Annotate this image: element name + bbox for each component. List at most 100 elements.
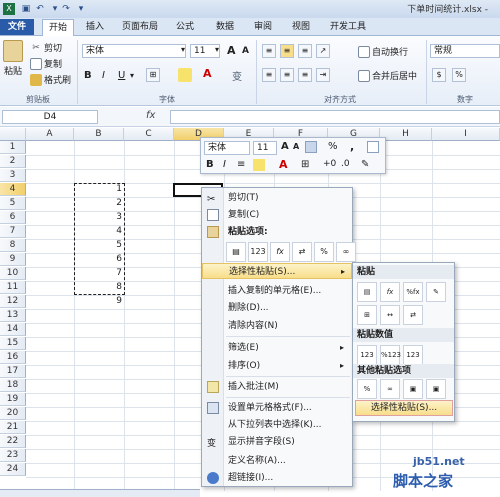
cell-b12[interactable]: 9 [74,296,124,306]
menu-item-define-name[interactable]: 定义名称(A)... [202,453,352,469]
tab-file[interactable]: 文件 [0,19,34,35]
save-icon[interactable]: ▣ [20,2,32,15]
indent-icon[interactable]: ⇥ [316,68,330,82]
row-header[interactable]: 10 [0,267,26,280]
paste-option-link-icon[interactable]: ∞ [336,242,356,262]
menu-item-clear[interactable]: 清除内容(N) [202,318,352,334]
row-header[interactable]: 18 [0,379,26,392]
mini-format-icon[interactable] [305,141,317,153]
align-right-icon[interactable]: ≡ [298,68,312,82]
percent-icon[interactable]: % [452,68,466,82]
menu-item-hyperlink[interactable]: 超链接(I)... [202,470,352,486]
row-header[interactable]: 21 [0,421,26,434]
row-header[interactable]: 19 [0,393,26,406]
mini-decimal-decrease-icon[interactable]: .0 [341,159,350,169]
tab-home[interactable]: 开始 [42,19,74,36]
menu-item-delete[interactable]: 删除(D)... [202,300,352,316]
paste-column-widths-icon[interactable]: ↔ [380,305,400,325]
phonetic-button[interactable]: 变 [232,68,242,83]
mini-fill-color-icon[interactable] [253,159,265,171]
orientation-icon[interactable]: ↗ [316,44,330,58]
row-header[interactable]: 4 [0,183,26,196]
column-header[interactable]: H [380,128,432,141]
paste-formulas-number-format-icon[interactable]: %fx [403,282,423,302]
currency-icon[interactable]: $ [432,68,446,82]
submenu-paste-special-button[interactable]: 选择性粘贴(S)... [355,400,453,416]
mini-italic-button[interactable]: I [223,159,226,170]
tab-insert[interactable]: 插入 [84,19,106,35]
menu-item-cut[interactable]: ✂ 剪切(T) [202,190,352,206]
paste-icon[interactable]: ▤ [357,282,377,302]
paste-keep-source-format-icon[interactable]: ✎ [426,282,446,302]
paste-values-icon[interactable]: 123 [357,345,377,365]
align-left-icon[interactable]: ≡ [262,68,276,82]
number-format-combo[interactable]: 常规 [430,44,500,58]
undo-icon[interactable]: ↶ [34,2,46,15]
column-header[interactable]: C [124,128,174,141]
menu-item-phonetic[interactable]: 变显示拼音字段(S) [202,434,352,450]
qat-customize-icon[interactable]: ▾ [76,2,86,15]
menu-item-insert-comment[interactable]: 插入批注(M) [202,379,352,395]
chevron-down-icon[interactable]: ▾ [130,71,134,80]
paste-values-number-format-icon[interactable]: %123 [380,345,401,365]
mini-size-combo[interactable]: 11 [253,141,277,155]
undo-dropdown-icon[interactable]: ▾ [50,2,60,15]
paste-picture-icon[interactable]: ▣ [403,379,423,399]
font-name-combo[interactable]: 宋体 [82,44,186,58]
row-header[interactable]: 13 [0,309,26,322]
mini-comma-button[interactable]: , [350,140,354,153]
align-center-icon[interactable]: ≡ [280,68,294,82]
mini-font-color-icon[interactable]: A [279,158,288,171]
redo-icon[interactable]: ↷ [60,2,72,15]
mini-shrink-font-icon[interactable]: A [293,142,299,151]
mini-font-combo[interactable]: 宋体 [204,141,250,155]
paste-transpose-icon[interactable]: ⇄ [403,305,423,325]
paste-option-values-icon[interactable]: 123 [248,242,268,262]
tab-review[interactable]: 审阅 [250,19,276,35]
row-header[interactable]: 1 [0,141,26,154]
grow-font-button[interactable]: A [227,44,236,57]
row-header[interactable]: 23 [0,449,26,462]
paste-button-label[interactable]: 粘贴 [4,64,22,77]
tab-data[interactable]: 数据 [212,19,238,35]
shrink-font-button[interactable]: A [242,46,249,56]
column-header[interactable]: A [26,128,74,141]
fx-icon[interactable]: fx [146,110,155,121]
format-painter-button[interactable]: 格式刷 [30,72,71,87]
align-top-icon[interactable]: ≡ [262,44,276,58]
tab-formulas[interactable]: 公式 [172,19,198,35]
mini-paintbrush-icon[interactable] [367,141,379,153]
font-color-icon[interactable]: A [203,67,212,80]
paste-formatting-icon[interactable]: % [357,379,377,399]
row-header[interactable]: 15 [0,337,26,350]
mini-align-center-icon[interactable]: ≡ [237,159,245,170]
bold-button[interactable]: B [84,70,92,81]
row-header[interactable]: 16 [0,351,26,364]
align-middle-icon[interactable]: ≡ [280,44,294,58]
paste-option-formulas-icon[interactable]: fx [270,242,290,262]
paste-option-transpose-icon[interactable]: ⇄ [292,242,312,262]
row-header[interactable]: 14 [0,323,26,336]
mini-bold-button[interactable]: B [206,159,214,170]
row-header[interactable]: 7 [0,225,26,238]
paste-values-source-format-icon[interactable]: 123 [403,345,423,365]
row-header[interactable]: 20 [0,407,26,420]
italic-button[interactable]: I [102,70,105,81]
menu-item-copy[interactable]: 复制(C) [202,207,352,223]
tab-developer[interactable]: 开发工具 [326,19,370,35]
copy-button[interactable]: 复制 [30,56,62,71]
borders-icon[interactable]: ⊞ [146,68,160,82]
paste-link-icon[interactable]: ∞ [380,379,400,399]
menu-item-format-cells[interactable]: 设置单元格格式(F)... [202,400,352,416]
paste-option-formatting-icon[interactable]: % [314,242,334,262]
tab-view[interactable]: 视图 [288,19,314,35]
mini-decimal-increase-icon[interactable]: +0 [323,159,336,169]
column-header[interactable]: B [74,128,124,141]
row-header[interactable]: 12 [0,295,26,308]
row-header[interactable]: 6 [0,211,26,224]
row-header[interactable]: 3 [0,169,26,182]
menu-item-pick-list[interactable]: 从下拉列表中选择(K)... [202,417,352,433]
menu-item-filter[interactable]: 筛选(E) ▸ [202,340,352,356]
fill-color-icon[interactable] [178,68,192,82]
row-header[interactable]: 22 [0,435,26,448]
